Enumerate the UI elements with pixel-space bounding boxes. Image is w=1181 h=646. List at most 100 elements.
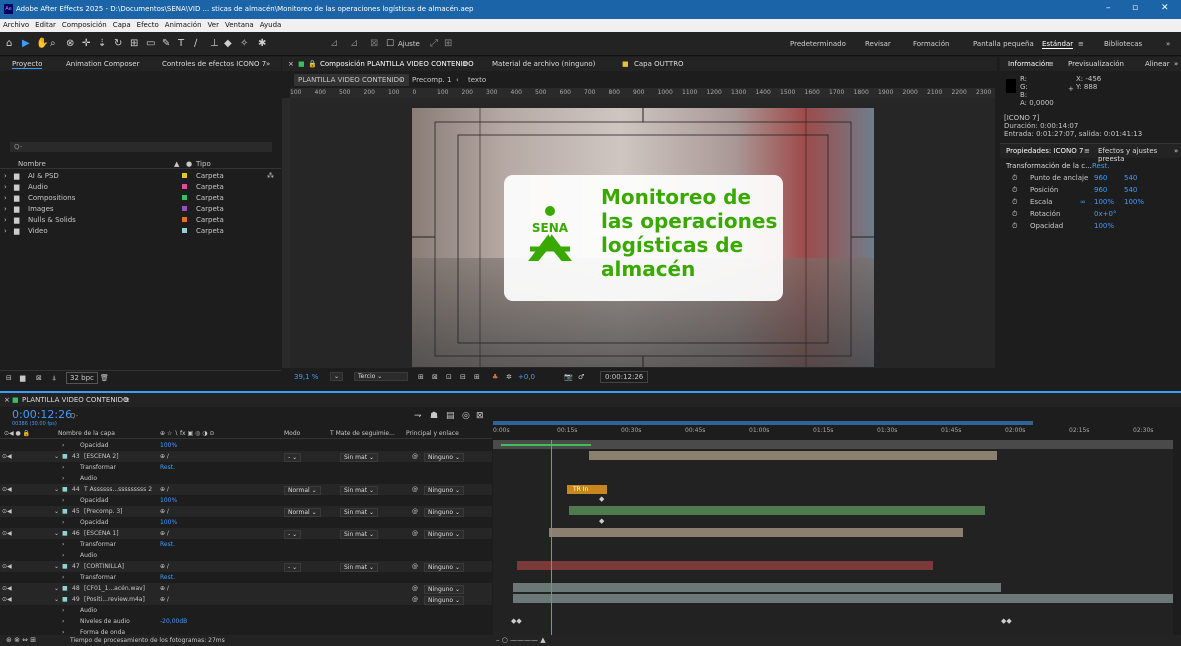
- tab-animation-composer[interactable]: Animation Composer: [66, 60, 139, 68]
- mode-dropdown[interactable]: Normal ⌄: [284, 486, 321, 495]
- graph-editor-icon[interactable]: ⊠: [476, 411, 484, 421]
- puppet-tool-icon[interactable]: ✱: [258, 38, 266, 49]
- layer-name[interactable]: [Positi...review.m4a]: [84, 596, 145, 603]
- workspace-bibliotecas[interactable]: Bibliotecas: [1104, 40, 1142, 48]
- layer-name[interactable]: [Precomp. 3]: [84, 508, 122, 515]
- layer-expand-icon[interactable]: ⌄: [54, 563, 59, 570]
- col-mode[interactable]: Modo: [284, 430, 300, 437]
- brush-tool-icon[interactable]: ∕: [194, 38, 197, 49]
- track-bar-wav[interactable]: [513, 583, 1001, 592]
- tab-menu-icon[interactable]: ≡: [1048, 60, 1054, 68]
- channel-icon[interactable]: ♣: [492, 373, 498, 381]
- col-type[interactable]: Tipo: [196, 160, 211, 168]
- keyframe-icon[interactable]: ◆◆: [511, 617, 522, 625]
- tab-efectos[interactable]: Efectos y ajustes preesta: [1098, 147, 1181, 163]
- prop-value[interactable]: 960: [1094, 174, 1107, 182]
- property-value[interactable]: Rest.: [160, 464, 175, 471]
- pickwhip-icon[interactable]: @: [412, 585, 418, 592]
- layer-name[interactable]: [CORTINILLA]: [84, 563, 124, 570]
- col-track[interactable]: T Mate de seguimie...: [330, 430, 395, 437]
- project-search-input[interactable]: Q-: [10, 142, 272, 152]
- prop-value[interactable]: 540: [1124, 186, 1137, 194]
- timeline-search-icon[interactable]: Q-: [70, 412, 78, 420]
- property-value[interactable]: -20,00dB: [160, 618, 187, 625]
- layer-expand-icon[interactable]: ⌄: [54, 508, 59, 515]
- property-disclosure-icon[interactable]: ›: [62, 497, 64, 504]
- menu-efecto[interactable]: Efecto: [134, 19, 162, 29]
- prop-value[interactable]: 0x+0°: [1094, 210, 1116, 218]
- interpret-footage-icon[interactable]: ⊟: [6, 374, 12, 382]
- col-name[interactable]: Nombre: [18, 160, 46, 168]
- zoom-tool-icon[interactable]: ⌕: [50, 38, 56, 49]
- tab-propiedades[interactable]: Propiedades: ICONO 7: [1006, 147, 1083, 155]
- orbit-tool-icon[interactable]: ⊗: [66, 38, 74, 49]
- trash-icon[interactable]: 🗑: [100, 374, 109, 382]
- current-time-field[interactable]: 0:00:12:26: [600, 371, 649, 383]
- close-tab-icon[interactable]: ×: [4, 396, 10, 404]
- property-disclosure-icon[interactable]: ›: [62, 618, 64, 625]
- property-row[interactable]: › Niveles de audio -20,00dB: [0, 616, 492, 627]
- tab-informacion[interactable]: Información: [1008, 60, 1050, 68]
- frame-blend-icon[interactable]: ▤: [446, 411, 455, 421]
- timeline-timecode[interactable]: 0:00:12:26: [12, 408, 72, 421]
- track-matte-dropdown[interactable]: Sin mat ⌄: [340, 530, 378, 539]
- keyframe-icon[interactable]: ◆: [599, 517, 604, 525]
- layer-expand-icon[interactable]: ⌄: [54, 585, 59, 592]
- property-disclosure-icon[interactable]: ›: [62, 552, 64, 559]
- stopwatch-icon[interactable]: ⏱: [1012, 174, 1017, 183]
- layer-switches[interactable]: ⊕ ∕: [160, 563, 169, 570]
- anchor-tool-icon[interactable]: ⊞: [130, 38, 138, 49]
- viewer[interactable]: SENA Monitoreo de las operaciones logíst…: [290, 98, 995, 368]
- section-title[interactable]: Transformación de la c...: [1006, 162, 1092, 170]
- track-matte-dropdown[interactable]: Sin mat ⌄: [340, 563, 378, 572]
- prop-value[interactable]: 100%: [1094, 222, 1114, 230]
- property-value[interactable]: 100%: [160, 442, 177, 449]
- pickwhip-icon[interactable]: @: [412, 453, 418, 460]
- work-area-bar[interactable]: [493, 421, 1033, 425]
- menu-animacion[interactable]: Animación: [162, 19, 205, 29]
- col-layer-name[interactable]: Nombre de la capa: [58, 430, 115, 437]
- prop-value[interactable]: 100%: [1094, 198, 1114, 206]
- property-value[interactable]: 100%: [160, 497, 177, 504]
- new-comp-icon[interactable]: ⊠: [36, 374, 42, 382]
- pickwhip-icon[interactable]: @: [412, 486, 418, 493]
- disclosure-icon[interactable]: ›: [4, 172, 7, 180]
- dolly-tool-icon[interactable]: ⇣: [98, 38, 106, 49]
- layer-row[interactable]: ⊙◀ ⌄ ■ 47 [CORTINILLA] ⊕ ∕ - ⌄ Sin mat ⌄ @ Ningun…: [0, 561, 492, 572]
- disclosure-icon[interactable]: ›: [4, 194, 7, 202]
- pan-tool-icon[interactable]: ✛: [82, 38, 90, 49]
- track-bar[interactable]: [493, 440, 1173, 449]
- disclosure-icon[interactable]: ›: [4, 183, 7, 191]
- layer-row[interactable]: ⊙◀ ⌄ ■ 46 [ESCENA 1] ⊕ ∕ - ⌄ Sin mat ⌄ @ Ninguno …: [0, 528, 492, 539]
- bpc-button[interactable]: 32 bpc: [66, 372, 98, 384]
- list-item[interactable]: › ▆ Video Carpeta: [0, 225, 281, 236]
- track-bar-precomp[interactable]: [569, 506, 985, 515]
- shy-icon[interactable]: ☗: [430, 411, 438, 421]
- prop-value[interactable]: 540: [1124, 174, 1137, 182]
- timeline-tracks[interactable]: ◆ TR In ◆ ◆ ◆◆ ◆◆: [493, 440, 1173, 635]
- keyframe-icon[interactable]: ◆: [599, 495, 604, 503]
- region-icon[interactable]: ⊞: [418, 373, 424, 381]
- layer-switches[interactable]: ⊕ ∕: [160, 508, 169, 515]
- tab-menu-icon[interactable]: ≡: [1084, 147, 1090, 155]
- layer-switches[interactable]: ⊕ ∕: [160, 596, 169, 603]
- panel-more-icon[interactable]: »: [266, 60, 270, 68]
- snap-checkbox-icon[interactable]: ☐: [386, 39, 394, 49]
- rectangle-tool-icon[interactable]: ▭: [146, 38, 155, 49]
- track-bar-cortinilla[interactable]: [517, 561, 933, 570]
- workspace-estandar[interactable]: Estándar: [1042, 40, 1074, 49]
- workspace-predeterminado[interactable]: Predeterminado: [790, 40, 846, 48]
- pickwhip-icon[interactable]: @: [412, 596, 418, 603]
- property-row[interactable]: › Transformar Rest.: [0, 572, 492, 583]
- mode-dropdown[interactable]: Normal ⌄: [284, 508, 321, 517]
- home-icon[interactable]: ⌂: [6, 38, 12, 49]
- color-mgmt-icon[interactable]: ✲: [506, 373, 512, 381]
- pickwhip-icon[interactable]: @: [412, 563, 418, 570]
- col-parent[interactable]: Principal y enlace: [406, 430, 459, 437]
- layer-name[interactable]: [CF01_1...acén.wav]: [84, 585, 145, 592]
- draft3d-icon[interactable]: ⇁: [414, 411, 422, 421]
- breadcrumb-item[interactable]: texto: [468, 76, 486, 84]
- list-item[interactable]: › ▆ Nulls & Solids Carpeta: [0, 214, 281, 225]
- pickwhip-icon[interactable]: @: [412, 508, 418, 515]
- rotation-tool-icon[interactable]: ↻: [114, 38, 122, 49]
